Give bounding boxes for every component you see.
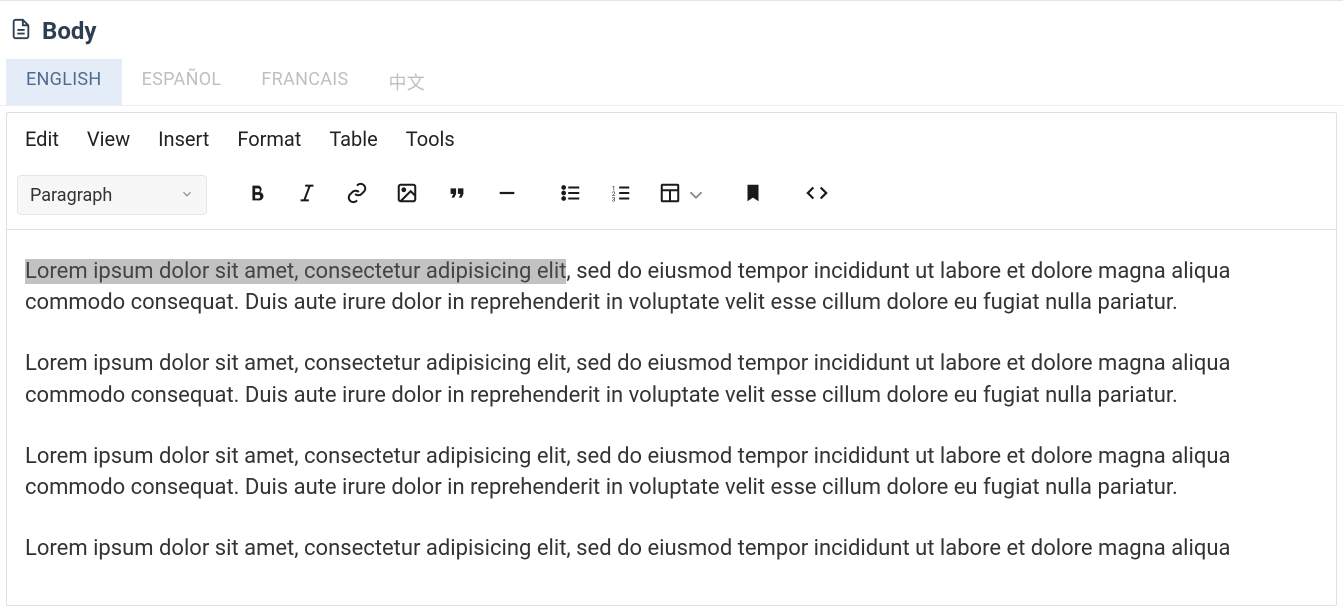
numbered-list-icon: 123 xyxy=(610,182,632,208)
image-icon xyxy=(396,182,418,208)
section-title: Body xyxy=(42,17,96,45)
image-button[interactable] xyxy=(385,175,429,215)
table-icon xyxy=(659,182,681,208)
selected-text[interactable]: Lorem ipsum dolor sit amet, consectetur … xyxy=(25,259,566,284)
code-icon xyxy=(806,182,828,208)
paragraph-4[interactable]: Lorem ipsum dolor sit amet, consectetur … xyxy=(25,533,1318,564)
language-tabs: ENGLISH ESPAÑOL FRANCAIS 中文 xyxy=(0,59,1343,106)
chevron-down-icon xyxy=(685,184,707,206)
paragraph-3[interactable]: Lorem ipsum dolor sit amet, consectetur … xyxy=(25,441,1318,503)
tab-francais[interactable]: FRANCAIS xyxy=(241,59,368,105)
menu-view[interactable]: View xyxy=(87,127,130,151)
section-header: Body xyxy=(0,1,1343,59)
menu-table[interactable]: Table xyxy=(329,127,377,151)
tab-espanol[interactable]: ESPAÑOL xyxy=(122,59,242,105)
blockquote-button[interactable] xyxy=(435,175,479,215)
source-code-button[interactable] xyxy=(795,175,839,215)
quote-icon xyxy=(446,182,468,208)
bookmark-button[interactable] xyxy=(731,175,775,215)
tab-chinese[interactable]: 中文 xyxy=(368,59,445,105)
editor-menubar: Edit View Insert Format Table Tools xyxy=(7,113,1336,167)
editor: Edit View Insert Format Table Tools Para… xyxy=(6,112,1337,606)
table-button[interactable] xyxy=(649,175,711,215)
link-icon xyxy=(346,182,368,208)
italic-button[interactable] xyxy=(285,175,329,215)
editor-content[interactable]: Lorem ipsum dolor sit amet, consectetur … xyxy=(7,230,1336,605)
svg-text:3: 3 xyxy=(612,195,616,203)
block-format-label: Paragraph xyxy=(30,185,112,206)
menu-format[interactable]: Format xyxy=(237,127,301,151)
link-button[interactable] xyxy=(335,175,379,215)
hr-button[interactable] xyxy=(485,175,529,215)
editor-toolbar: Paragraph xyxy=(7,167,1336,230)
document-icon xyxy=(10,18,32,44)
bold-icon xyxy=(246,182,268,208)
menu-edit[interactable]: Edit xyxy=(25,127,59,151)
block-format-select[interactable]: Paragraph xyxy=(17,175,207,215)
menu-tools[interactable]: Tools xyxy=(406,127,455,151)
numbered-list-button[interactable]: 123 xyxy=(599,175,643,215)
bullet-list-icon xyxy=(560,182,582,208)
bookmark-icon xyxy=(742,182,764,208)
paragraph-1[interactable]: Lorem ipsum dolor sit amet, consectetur … xyxy=(25,256,1318,318)
bold-button[interactable] xyxy=(235,175,279,215)
menu-insert[interactable]: Insert xyxy=(158,127,209,151)
tab-english[interactable]: ENGLISH xyxy=(6,59,122,105)
italic-icon xyxy=(296,182,318,208)
hr-icon xyxy=(496,182,518,208)
bullet-list-button[interactable] xyxy=(549,175,593,215)
chevron-down-icon xyxy=(180,185,194,206)
paragraph-2[interactable]: Lorem ipsum dolor sit amet, consectetur … xyxy=(25,348,1318,410)
